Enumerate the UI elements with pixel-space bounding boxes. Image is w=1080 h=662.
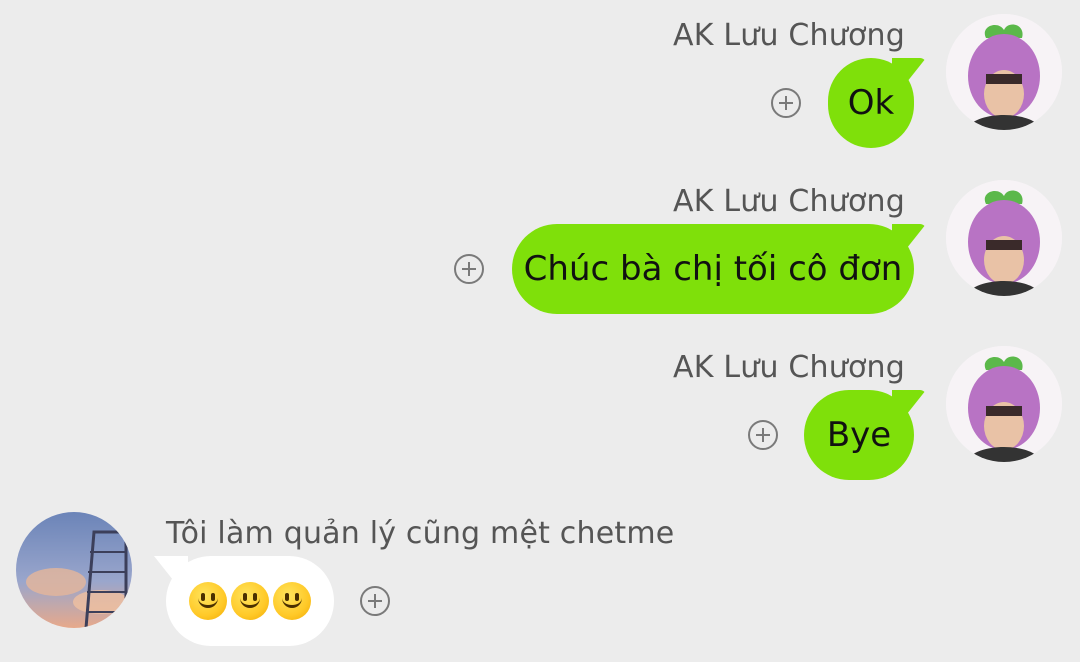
sender-avatar[interactable] bbox=[946, 180, 1062, 296]
add-reaction-icon[interactable] bbox=[360, 586, 390, 616]
smiley-icon bbox=[189, 582, 227, 620]
add-reaction-icon[interactable] bbox=[748, 420, 778, 450]
sender-avatar[interactable] bbox=[946, 14, 1062, 130]
sender-avatar[interactable] bbox=[16, 512, 132, 628]
message-text: Bye bbox=[826, 415, 892, 455]
sender-avatar[interactable] bbox=[946, 346, 1062, 462]
add-reaction-icon[interactable] bbox=[771, 88, 801, 118]
sender-name: Tôi làm quản lý cũng mệt chetme bbox=[166, 516, 675, 551]
sky-building-avatar-icon bbox=[16, 512, 132, 628]
chat-thread: AK Lưu Chương Ok AK Lưu Chương Chúc bà c… bbox=[0, 0, 1080, 662]
smiley-icon bbox=[231, 582, 269, 620]
smiley-icon bbox=[273, 582, 311, 620]
message-bubble[interactable]: Bye bbox=[804, 390, 914, 480]
message-bubble[interactable]: Ok bbox=[828, 58, 914, 148]
sender-name: AK Lưu Chương bbox=[673, 18, 905, 53]
eggplant-hat-avatar-icon bbox=[946, 180, 1062, 296]
message-bubble[interactable]: Chúc bà chị tối cô đơn bbox=[512, 224, 914, 314]
message-text: Ok bbox=[847, 83, 895, 123]
message-text: Chúc bà chị tối cô đơn bbox=[523, 249, 903, 289]
sender-name: AK Lưu Chương bbox=[673, 184, 905, 219]
eggplant-hat-avatar-icon bbox=[946, 346, 1062, 462]
sender-name: AK Lưu Chương bbox=[673, 350, 905, 385]
eggplant-hat-avatar-icon bbox=[946, 14, 1062, 130]
add-reaction-icon[interactable] bbox=[454, 254, 484, 284]
message-bubble[interactable]: 🙂🙂🙂 bbox=[166, 556, 334, 646]
